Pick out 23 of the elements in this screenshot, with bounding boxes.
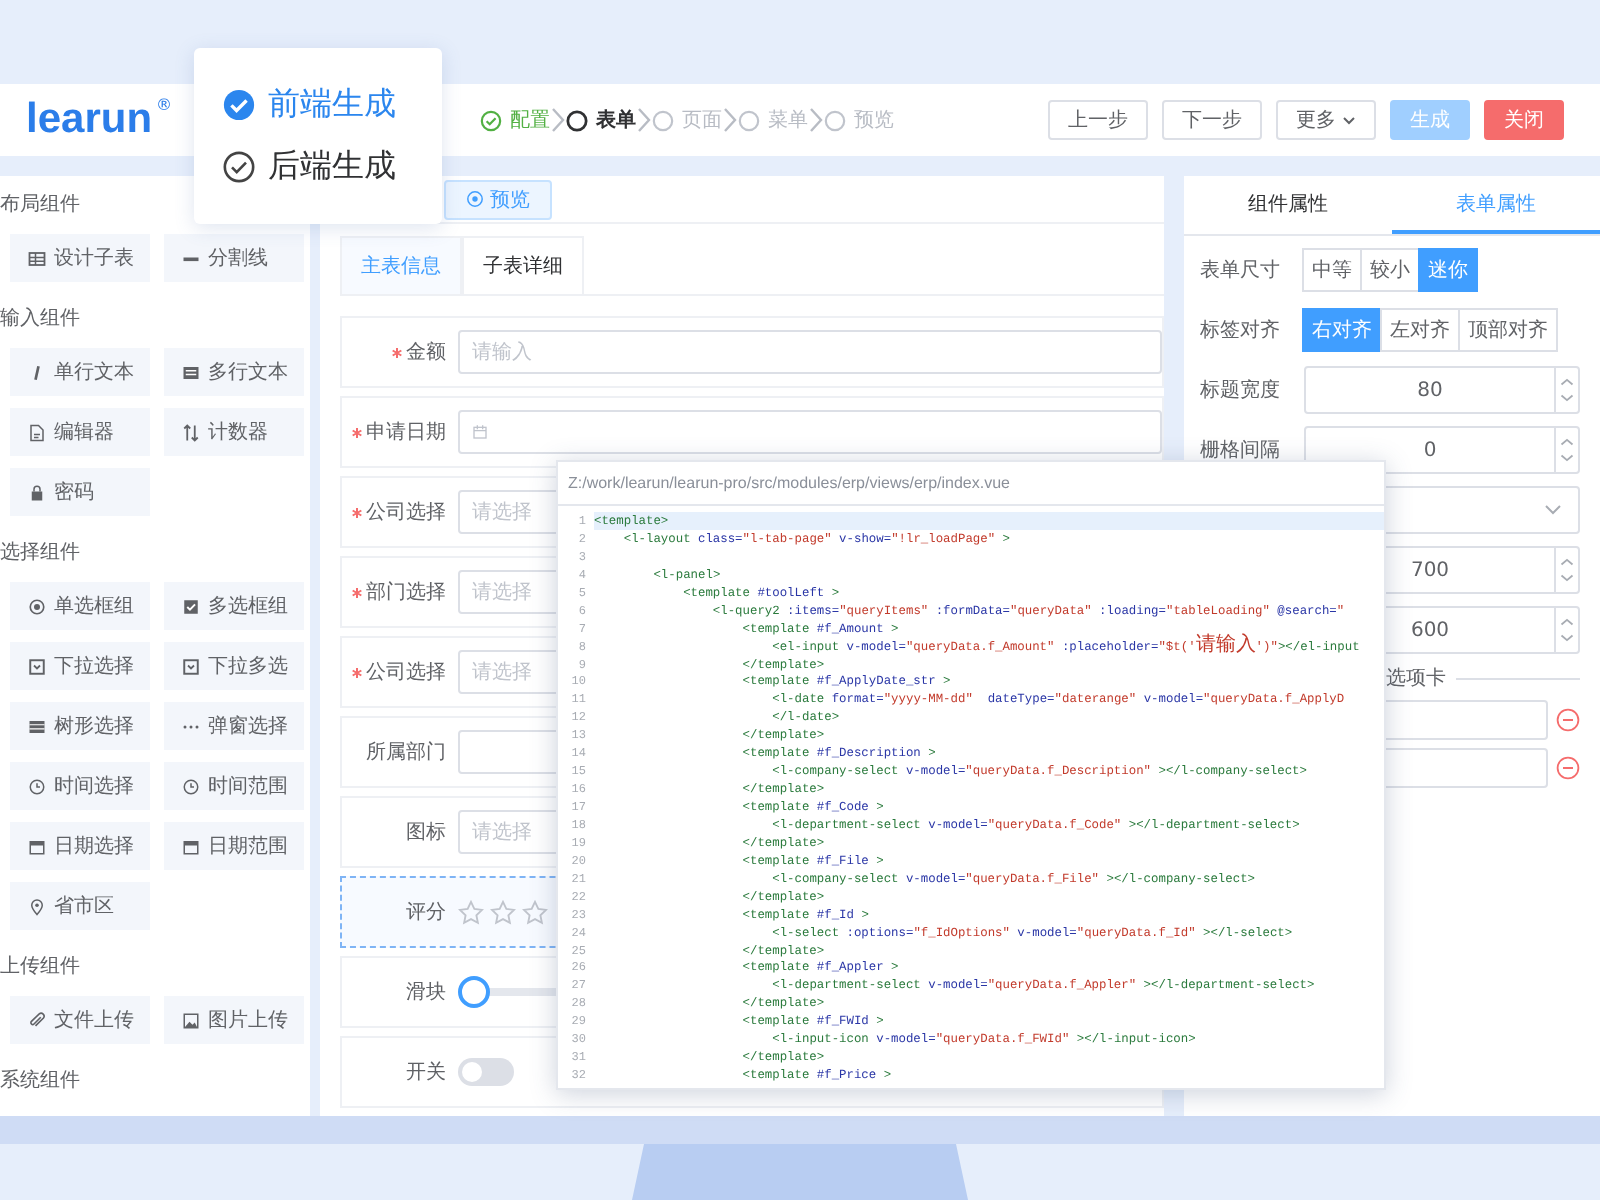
file-path: Z:/work/learun/learun-pro/src/modules/erp/views/erp/index.vue bbox=[568, 474, 1010, 492]
property-label: 表单尺寸 bbox=[1200, 257, 1282, 284]
logo: learun bbox=[26, 96, 153, 144]
group-title: 输入组件 bbox=[0, 305, 82, 334]
field-label: 公司选择 bbox=[366, 499, 446, 526]
field-label: 滑块 bbox=[406, 979, 446, 1006]
property-label: 标签对齐 bbox=[1200, 317, 1282, 344]
property-label: 栅格间隔 bbox=[1200, 437, 1282, 464]
section-divider-label: 选项卡 bbox=[1386, 665, 1446, 692]
field-label: 申请日期 bbox=[366, 419, 446, 446]
group-title: 上传组件 bbox=[0, 953, 82, 982]
group-title: 系统组件 bbox=[0, 1067, 82, 1096]
field-label: 部门选择 bbox=[366, 579, 446, 606]
group-title: 布局组件 bbox=[0, 192, 82, 220]
field-label: 金额 bbox=[406, 339, 446, 366]
field-label: 开关 bbox=[406, 1059, 446, 1086]
field-label: 图标 bbox=[406, 819, 446, 846]
field-label: 所属部门 bbox=[366, 739, 446, 766]
group-title: 选择组件 bbox=[0, 539, 82, 568]
registered-mark: ® bbox=[156, 96, 173, 116]
field-label: 公司选择 bbox=[366, 659, 446, 686]
property-label: 标题宽度 bbox=[1200, 377, 1282, 404]
field-label: 评分 bbox=[406, 900, 446, 926]
